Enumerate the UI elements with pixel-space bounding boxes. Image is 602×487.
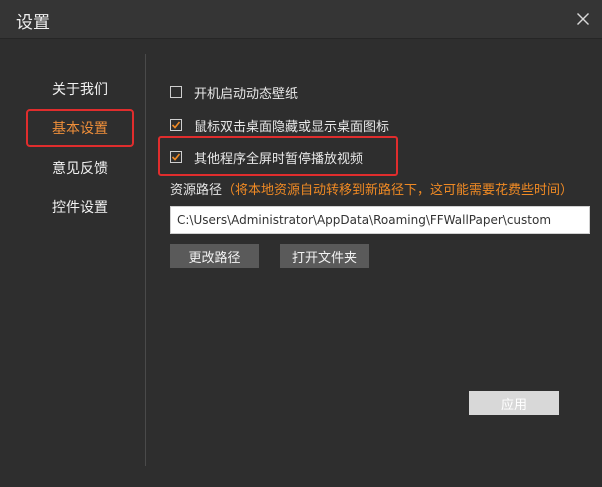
window-title: 设置 bbox=[16, 13, 50, 33]
apply-button[interactable]: 应用 bbox=[469, 391, 559, 415]
resource-path-title: 资源路径 bbox=[170, 183, 223, 198]
sidebar-item-feedback[interactable]: 意见反馈 bbox=[26, 150, 134, 186]
sidebar-item-widget-settings[interactable]: 控件设置 bbox=[26, 189, 134, 225]
autostart-label: 开机启动动态壁纸 bbox=[194, 86, 299, 102]
sidebar-item-basic-settings[interactable]: 基本设置 bbox=[26, 109, 134, 147]
sidebar: 关于我们 基本设置 意见反馈 控件设置 bbox=[0, 39, 145, 487]
close-button[interactable] bbox=[572, 8, 594, 30]
change-path-button[interactable]: 更改路径 bbox=[170, 244, 259, 268]
title-bar: 设置 bbox=[0, 0, 602, 39]
sidebar-item-label: 控件设置 bbox=[52, 200, 108, 216]
checkmark-icon bbox=[171, 153, 181, 161]
pause-on-fullscreen-checkbox[interactable] bbox=[170, 151, 182, 163]
sidebar-item-label: 关于我们 bbox=[52, 82, 108, 98]
pause-on-fullscreen-option: 其他程序全屏时暂停播放视频 bbox=[170, 147, 363, 167]
open-folder-button[interactable]: 打开文件夹 bbox=[280, 244, 369, 268]
sidebar-item-label: 基本设置 bbox=[52, 121, 108, 137]
close-icon bbox=[577, 13, 589, 25]
autostart-option: 开机启动动态壁纸 bbox=[170, 82, 298, 102]
resource-path-label: 资源路径（将本地资源自动转移到新路径下，这可能需要花费些时间） bbox=[170, 179, 573, 198]
resource-path-input[interactable] bbox=[170, 206, 590, 234]
double-click-hide-icons-checkbox[interactable] bbox=[170, 119, 182, 131]
sidebar-item-about[interactable]: 关于我们 bbox=[26, 71, 134, 107]
autostart-checkbox[interactable] bbox=[170, 86, 182, 98]
checkmark-icon bbox=[171, 121, 181, 129]
resource-path-note: （将本地资源自动转移到新路径下，这可能需要花费些时间） bbox=[222, 183, 574, 198]
pause-on-fullscreen-label: 其他程序全屏时暂停播放视频 bbox=[194, 151, 364, 167]
double-click-hide-icons-label: 鼠标双击桌面隐藏或显示桌面图标 bbox=[194, 119, 390, 135]
double-click-hide-icons-option: 鼠标双击桌面隐藏或显示桌面图标 bbox=[170, 115, 389, 135]
sidebar-item-label: 意见反馈 bbox=[52, 161, 108, 177]
settings-window: 设置 关于我们 基本设置 意见反馈 控件设置 开机启动动态壁纸 鼠标双击桌面隐藏… bbox=[0, 0, 602, 487]
settings-panel: 开机启动动态壁纸 鼠标双击桌面隐藏或显示桌面图标 其他程序全屏时暂停播放视频 资… bbox=[146, 39, 602, 487]
